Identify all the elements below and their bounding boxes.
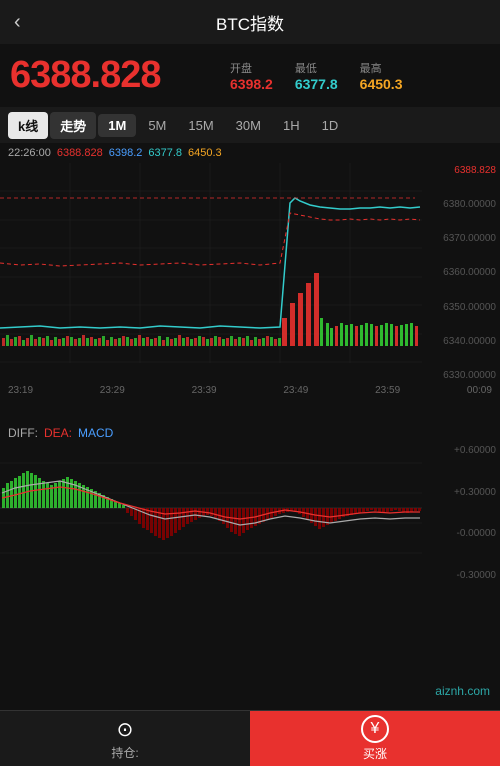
- chart-v3: 6377.8: [148, 147, 182, 159]
- open-price-stat: 开盘 6398.2: [230, 60, 273, 92]
- open-value: 6398.2: [230, 76, 273, 92]
- tab-1d[interactable]: 1D: [312, 114, 349, 137]
- tab-1m[interactable]: 1M: [98, 114, 136, 137]
- macd-y-axis: +0.60000 +0.30000 -0.00000 -0.30000: [422, 443, 500, 583]
- price-stats: 开盘 6398.2 最低 6377.8 最高 6450.3: [230, 60, 402, 92]
- macd-y-1: +0.60000: [426, 445, 496, 456]
- low-price-stat: 最低 6377.8: [295, 60, 338, 92]
- main-chart: 6388.828 6380.00000 6370.00000 6360.0000…: [0, 163, 500, 383]
- high-value: 6450.3: [360, 76, 403, 92]
- tabs-row: k线 走势 1M 5M 15M 30M 1H 1D: [0, 107, 500, 143]
- low-value: 6377.8: [295, 76, 338, 92]
- macd-y-4: -0.30000: [426, 570, 496, 581]
- dea-label: DEA:: [44, 426, 72, 440]
- y-axis: 6388.828 6380.00000 6370.00000 6360.0000…: [422, 163, 500, 383]
- macd-tag: MACD: [78, 426, 113, 440]
- nav-buy[interactable]: ¥ 买涨: [250, 711, 500, 766]
- price-row: 6388.828 开盘 6398.2 最低 6377.8 最高 6450.3: [0, 44, 500, 107]
- watermark: aiznh.com: [435, 684, 490, 698]
- tab-1h[interactable]: 1H: [273, 114, 310, 137]
- y-axis-6: 6330.00000: [426, 370, 496, 381]
- y-axis-5: 6340.00000: [426, 336, 496, 347]
- price-chart-svg: [0, 163, 422, 363]
- hold-icon: ⊙: [117, 717, 134, 742]
- header: ‹ BTC指数: [0, 0, 500, 44]
- back-button[interactable]: ‹: [14, 11, 21, 34]
- high-label: 最高: [360, 60, 382, 76]
- x-label-2: 23:29: [100, 385, 125, 399]
- y-axis-4: 6350.00000: [426, 302, 496, 313]
- buy-icon: ¥: [361, 715, 389, 743]
- page-title: BTC指数: [216, 10, 284, 35]
- macd-label-bar: DIFF: DEA: MACD: [0, 423, 500, 443]
- y-axis-1: 6380.00000: [426, 199, 496, 210]
- nav-hold[interactable]: ⊙ 持仓:: [0, 711, 250, 766]
- x-label-4: 23:49: [283, 385, 308, 399]
- x-label-1: 23:19: [8, 385, 33, 399]
- macd-y-2: +0.30000: [426, 487, 496, 498]
- macd-chart: +0.60000 +0.30000 -0.00000 -0.30000: [0, 443, 500, 583]
- chart-container: 22:26:00 6388.828 6398.2 6377.8 6450.3: [0, 143, 500, 423]
- y-axis-top: 6388.828: [426, 165, 496, 176]
- chart-v4: 6450.3: [188, 147, 222, 159]
- bottom-nav: ⊙ 持仓: ¥ 买涨: [0, 710, 500, 766]
- price-stat-row-1: 开盘 6398.2 最低 6377.8 最高 6450.3: [230, 60, 402, 92]
- tab-kline[interactable]: k线: [8, 112, 48, 139]
- low-label: 最低: [295, 60, 317, 76]
- chart-svg-area: [0, 163, 422, 383]
- y-axis-2: 6370.00000: [426, 233, 496, 244]
- x-axis: 23:19 23:29 23:39 23:49 23:59 00:09: [0, 383, 500, 401]
- main-price: 6388.828: [10, 54, 210, 97]
- x-label-6: 00:09: [467, 385, 492, 399]
- buy-label: 买涨: [363, 745, 387, 762]
- high-price-stat: 最高 6450.3: [360, 60, 403, 92]
- diff-label: DIFF:: [8, 426, 38, 440]
- tab-5m[interactable]: 5M: [138, 114, 176, 137]
- x-label-3: 23:39: [192, 385, 217, 399]
- chart-v2: 6398.2: [109, 147, 143, 159]
- info-bar: 22:26:00 6388.828 6398.2 6377.8 6450.3: [0, 143, 500, 163]
- macd-svg-area: [0, 443, 422, 583]
- hold-label: 持仓:: [111, 744, 138, 761]
- macd-y-3: -0.00000: [426, 528, 496, 539]
- chart-v1: 6388.828: [57, 147, 103, 159]
- macd-chart-svg: [0, 443, 422, 573]
- y-axis-3: 6360.00000: [426, 267, 496, 278]
- chart-time: 22:26:00: [8, 147, 51, 159]
- tab-15m[interactable]: 15M: [178, 114, 223, 137]
- tab-30m[interactable]: 30M: [226, 114, 271, 137]
- tab-trend[interactable]: 走势: [50, 112, 96, 139]
- x-label-5: 23:59: [375, 385, 400, 399]
- open-label: 开盘: [230, 60, 252, 76]
